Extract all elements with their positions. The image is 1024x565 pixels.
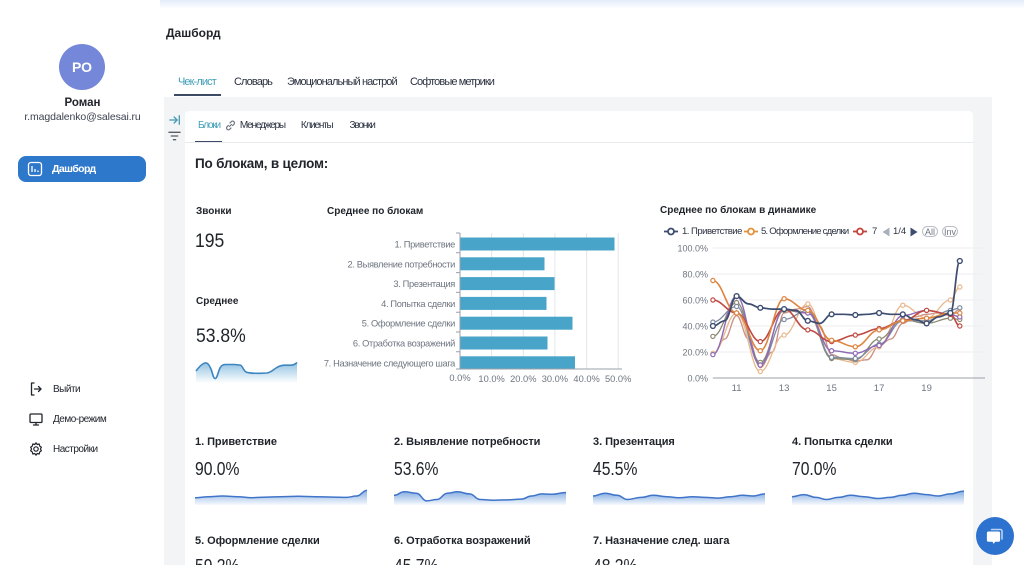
svg-text:1. Приветствие: 1. Приветствие — [394, 240, 455, 250]
svg-text:50.0%: 50.0% — [605, 374, 631, 384]
svg-text:0.0%: 0.0% — [687, 374, 708, 384]
svg-text:20.0%: 20.0% — [510, 374, 536, 384]
svg-text:7. Назначение следующего шага: 7. Назначение следующего шага — [324, 358, 456, 368]
svg-text:80.0%: 80.0% — [682, 270, 708, 280]
svg-text:13: 13 — [779, 383, 790, 394]
svg-text:17: 17 — [874, 383, 885, 394]
svg-text:11: 11 — [732, 383, 742, 394]
svg-text:20.0%: 20.0% — [682, 348, 708, 358]
svg-text:60.0%: 60.0% — [682, 296, 708, 306]
svg-text:40.0%: 40.0% — [573, 374, 599, 384]
svg-text:10.0%: 10.0% — [478, 374, 504, 384]
svg-text:100.0%: 100.0% — [677, 244, 708, 254]
svg-text:0.0%: 0.0% — [449, 373, 470, 383]
svg-text:15: 15 — [826, 383, 837, 394]
svg-text:3. Презентация: 3. Презентация — [393, 279, 455, 289]
svg-text:30.0%: 30.0% — [542, 374, 568, 384]
svg-text:5. Оформление сделки: 5. Оформление сделки — [362, 319, 455, 329]
svg-text:19: 19 — [921, 383, 932, 394]
svg-text:6. Отработка возражений: 6. Отработка возражений — [353, 339, 455, 349]
svg-text:2. Выявление потребности: 2. Выявление потребности — [348, 259, 456, 269]
svg-text:40.0%: 40.0% — [682, 322, 708, 332]
svg-text:4. Попытка сделки: 4. Попытка сделки — [381, 299, 455, 309]
